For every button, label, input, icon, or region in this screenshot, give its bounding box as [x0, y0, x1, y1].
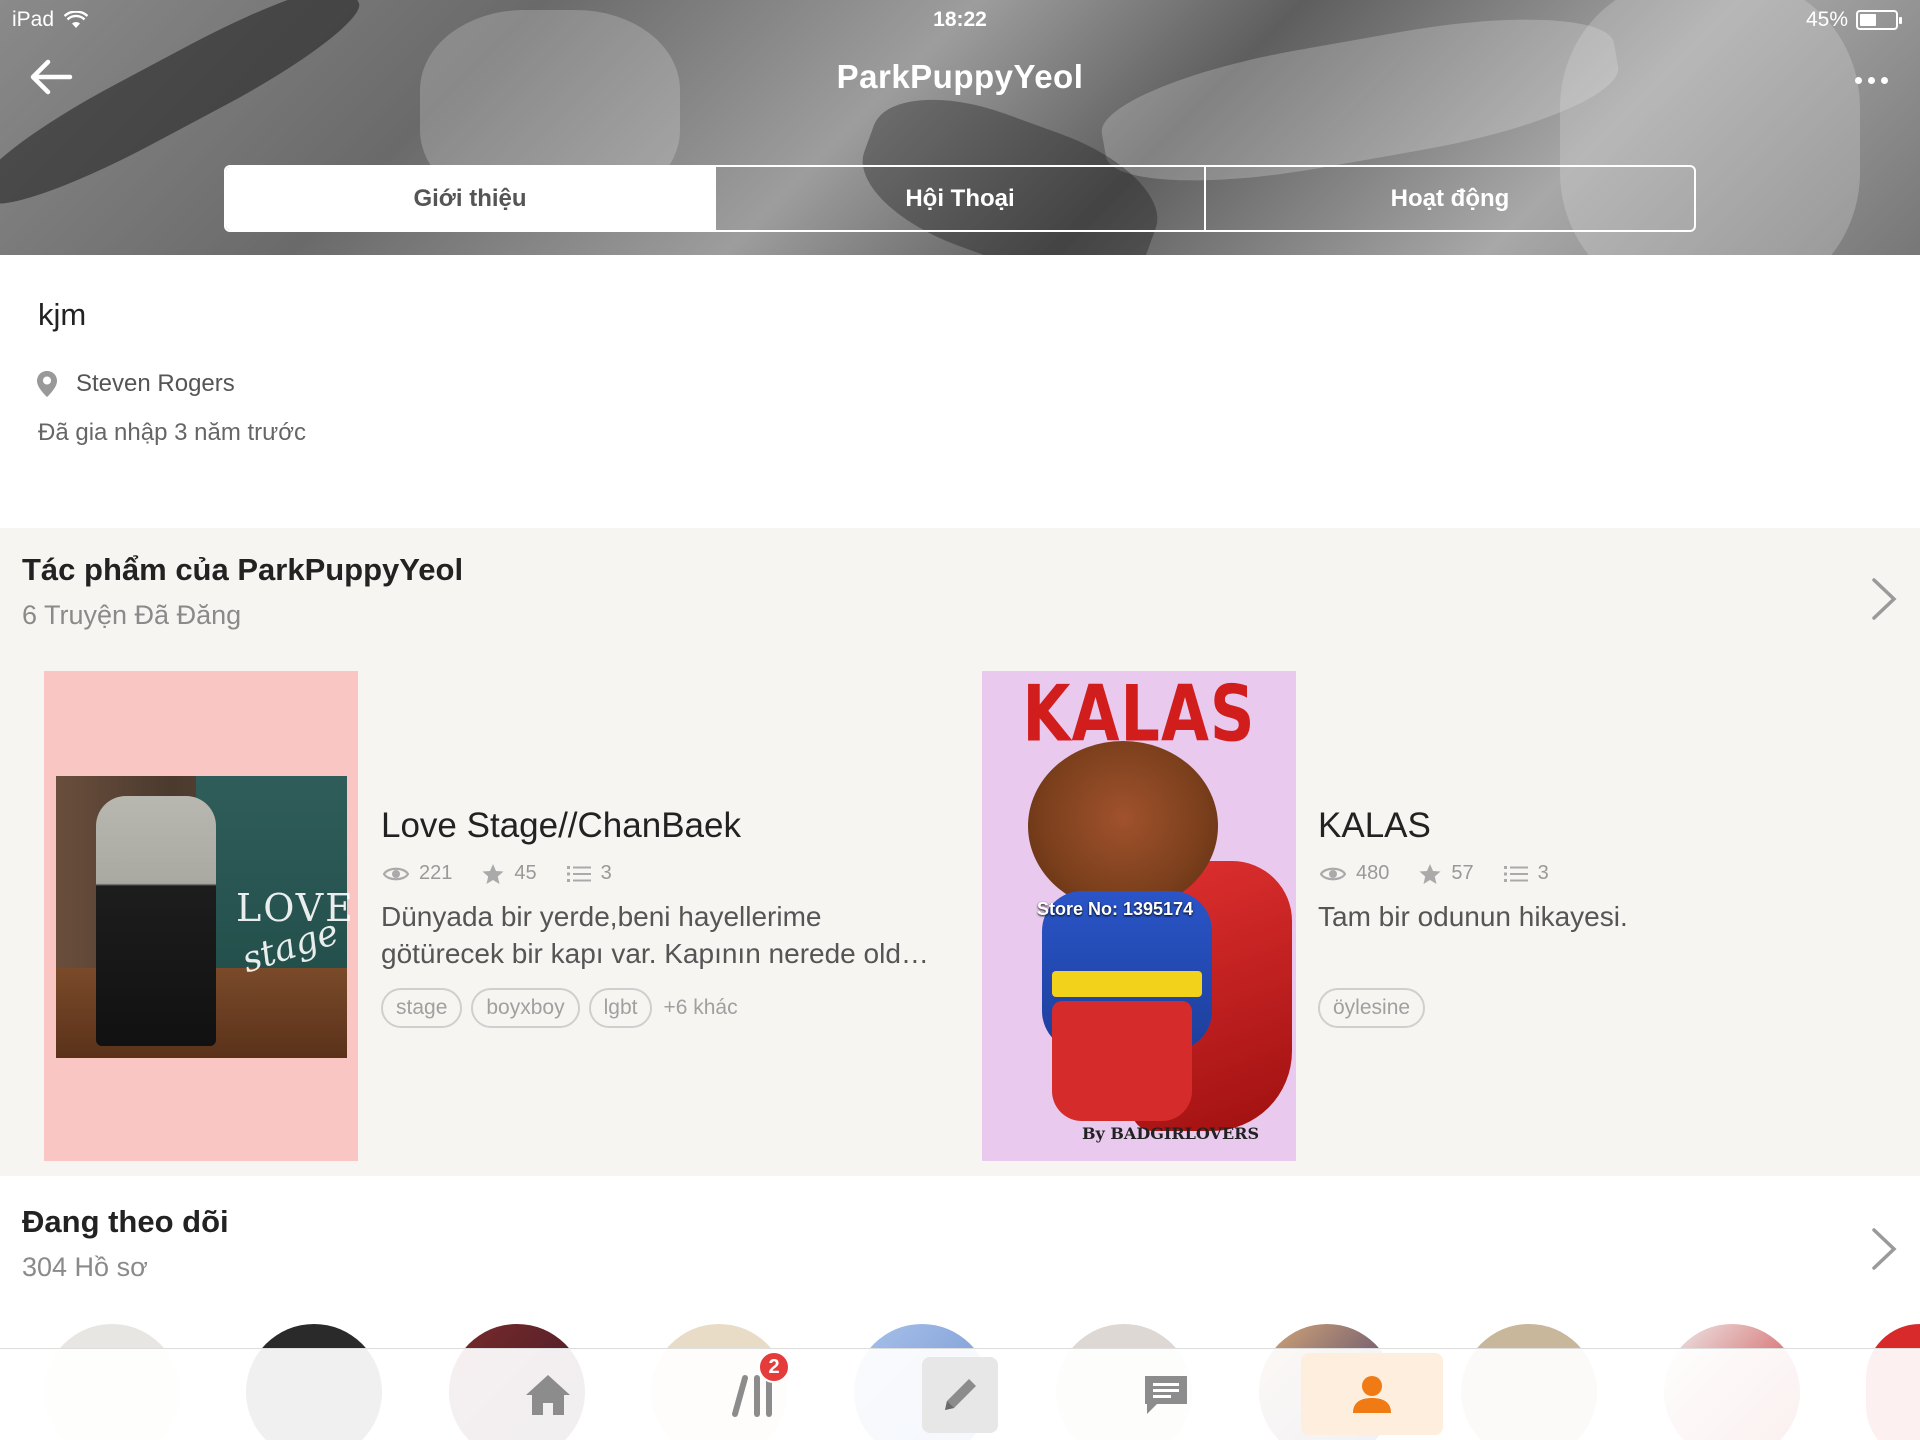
library-tab[interactable]: 2	[716, 1351, 792, 1433]
status-bar: iPad 18:22 45%	[0, 0, 1920, 40]
reads-count: 480	[1356, 862, 1390, 884]
story-stats: 221 45 3	[383, 862, 626, 885]
profile-header: iPad 18:22 45% ParkPuppyYeol Giới thiệu …	[0, 0, 1920, 255]
votes-count: 45	[514, 862, 537, 884]
works-count: 6 Truyện Đã Đăng	[22, 600, 242, 630]
tag-chip[interactable]: boyxboy	[471, 988, 580, 1028]
bottom-tab-bar: 2	[0, 1348, 1920, 1440]
eye-icon	[383, 867, 409, 880]
profile-tabs: Giới thiệu Hội Thoại Hoạt động	[224, 165, 1696, 232]
chevron-right-icon[interactable]	[1868, 576, 1900, 622]
following-title[interactable]: Đang theo dõi	[22, 1204, 229, 1240]
more-tags-link[interactable]: +6 khác	[663, 996, 737, 1020]
story-description: Dünyada bir yerde,beni hayellerime götür…	[381, 901, 929, 969]
location-row: Steven Rogers	[36, 370, 235, 398]
tag-chip[interactable]: lgbt	[588, 988, 653, 1028]
joined-date: Đã gia nhập 3 năm trước	[38, 419, 306, 446]
location-text: Steven Rogers	[76, 370, 235, 397]
home-icon	[526, 1375, 570, 1415]
following-count: 304 Hồ sơ	[22, 1252, 148, 1282]
more-options-icon[interactable]	[1846, 60, 1896, 100]
parts-count: 3	[600, 862, 612, 884]
eye-icon	[1320, 867, 1346, 880]
profile-tab[interactable]	[1301, 1353, 1443, 1435]
cover-text: Store No: 1395174	[1037, 899, 1194, 919]
story-stats: 480 57 3	[1320, 862, 1563, 885]
story-title[interactable]: Love Stage//ChanBaek	[381, 806, 741, 846]
page-title: ParkPuppyYeol	[836, 58, 1084, 95]
cover-text: KALAS	[1022, 671, 1256, 760]
reads-count: 221	[419, 862, 453, 884]
battery-icon	[1856, 10, 1902, 30]
chevron-right-icon[interactable]	[1868, 1226, 1900, 1272]
notification-badge: 2	[758, 1351, 790, 1383]
about-section: kjm Steven Rogers Đã gia nhập 3 năm trướ…	[0, 255, 1920, 528]
chat-icon	[1145, 1376, 1187, 1414]
clock: 18:22	[933, 8, 987, 31]
cover-text: By BADGIRLOVERS	[1082, 1124, 1260, 1143]
tag-chip[interactable]: stage	[381, 988, 463, 1028]
tab-conversations[interactable]: Hội Thoại	[714, 167, 1204, 230]
story-tags: öylesine	[1318, 988, 1426, 1028]
cover-photo: LOVE stage	[56, 776, 353, 1058]
star-icon	[482, 863, 504, 884]
story-description: Tam bir odunun hikayesi.	[1318, 901, 1628, 932]
parts-count: 3	[1537, 862, 1549, 884]
story-cover[interactable]: KALAS Store No: 1395174 By BADGIRLOVERS	[982, 671, 1296, 1161]
story-tags: stage boyxboy lgbt +6 khác	[381, 988, 738, 1028]
story-cover[interactable]: LOVE stage	[44, 671, 358, 1161]
write-tab[interactable]	[922, 1357, 998, 1433]
home-tab[interactable]	[510, 1357, 586, 1433]
location-pin-icon	[37, 371, 57, 397]
list-icon	[566, 865, 591, 882]
tag-chip[interactable]: öylesine	[1318, 988, 1426, 1028]
pencil-icon	[945, 1379, 976, 1410]
story-title[interactable]: KALAS	[1318, 806, 1431, 846]
works-title[interactable]: Tác phẩm của ParkPuppyYeol	[22, 552, 463, 588]
profile-icon	[1353, 1376, 1391, 1413]
votes-count: 57	[1451, 862, 1474, 884]
battery-percent: 45%	[1805, 8, 1848, 31]
display-name: kjm	[38, 297, 87, 332]
messages-tab[interactable]	[1128, 1357, 1204, 1433]
tab-about[interactable]: Giới thiệu	[226, 167, 714, 230]
list-icon	[1503, 865, 1528, 882]
star-icon	[1419, 863, 1441, 884]
tab-activity[interactable]: Hoạt động	[1204, 167, 1694, 230]
works-section: Tác phẩm của ParkPuppyYeol 6 Truyện Đã Đ…	[0, 528, 1920, 1176]
